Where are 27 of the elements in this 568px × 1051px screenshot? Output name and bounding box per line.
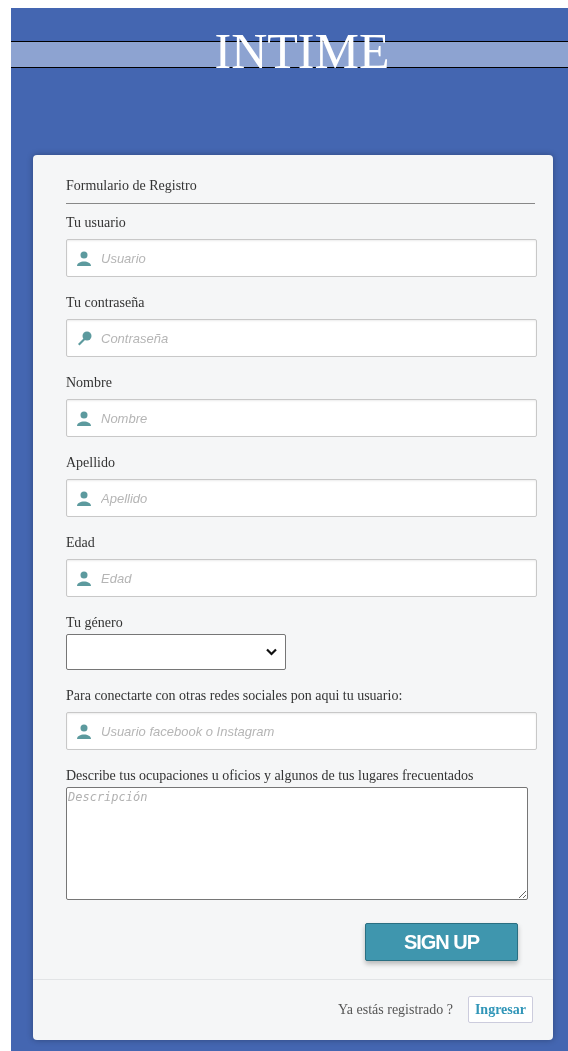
login-prompt: Ya estás registrado ? [338,1000,453,1019]
input-field[interactable]: Usuario facebook o Instagram [66,712,537,750]
user-icon [77,411,91,426]
input-field[interactable]: Usuario [66,239,537,277]
input-field[interactable]: Apellido [66,479,537,517]
field-label: Tu género [66,614,124,632]
field-label: Tu contraseña [66,294,146,312]
dropdown-field[interactable] [66,634,286,670]
description-field[interactable]: Descripción [66,787,528,900]
key-icon [77,331,92,346]
user-icon [77,724,91,739]
field-label: Nombre [66,374,113,392]
field-label: Apellido [66,454,116,472]
login-link[interactable]: Ingresar [467,995,533,1023]
input-field[interactable]: Contraseña [66,319,537,357]
user-icon [77,251,91,266]
input-field[interactable]: Nombre [66,399,537,437]
user-icon [77,571,91,586]
input-field[interactable]: Edad [66,559,537,597]
field-label: Edad [66,534,96,552]
field-label: Tu usuario [66,214,127,232]
sign-up-button[interactable]: SIGN UP [365,923,518,961]
field-label: Para conectarte con otras redes sociales pon aqui tu usuario: [66,687,404,705]
field-label: Describe tus ocupaciones u oficios y algunos de tus lugares frecuentados [66,767,475,785]
user-icon [77,491,91,506]
chevron-down-icon [266,648,277,656]
form-title: Formulario de Registro [66,175,535,204]
